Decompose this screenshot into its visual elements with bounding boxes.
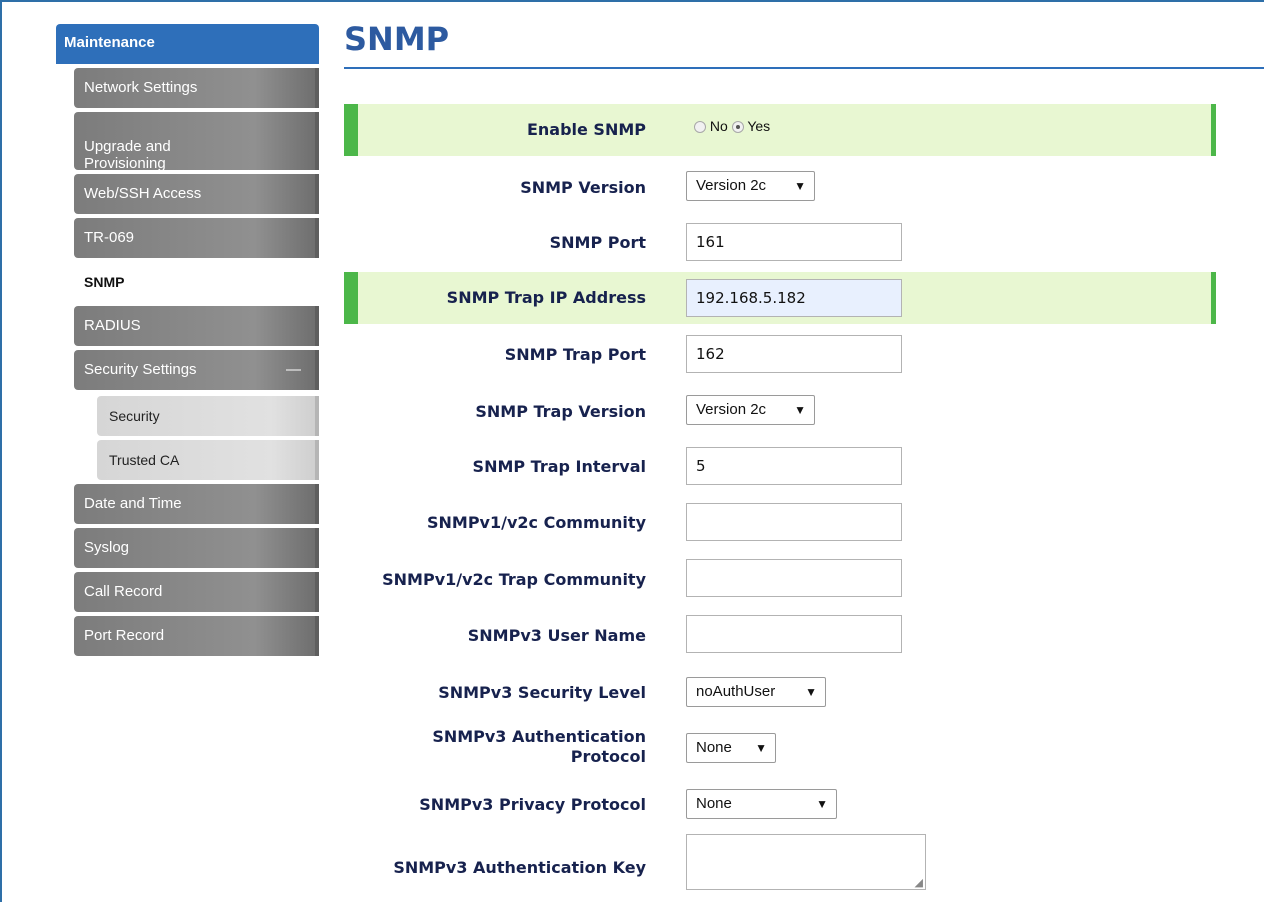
snmpv3-security-level-value: noAuthUser [696,683,776,700]
sidebar-item-label: Upgrade and Provisioning [84,138,171,172]
snmp-trap-version-select[interactable]: Version 2c ▼ [686,395,815,425]
sidebar-item-label: SNMP [84,274,125,290]
snmpv3-auth-protocol-label-line1: SNMPv3 Authentication [432,727,646,746]
sidebar-item-web-ssh-access[interactable]: Web/SSH Access [74,174,319,214]
sidebar-item-label: Call Record [84,583,163,600]
dropdown-arrow-icon: ▼ [816,797,828,811]
snmp-community-input[interactable] [686,503,902,541]
sidebar-item-call-record[interactable]: Call Record [74,572,319,612]
sidebar-item-label: RADIUS [84,317,141,334]
sidebar-item-label: Security Settings [84,361,197,378]
sidebar-item-label: Date and Time [84,495,182,512]
snmp-trap-ip-label: SNMP Trap IP Address [446,288,646,307]
snmpv3-auth-protocol-value: None [696,739,732,756]
dropdown-arrow-icon: ▼ [755,741,767,755]
snmpv3-auth-protocol-label: SNMPv3 Authentication Protocol [346,727,646,767]
sidebar-item-label: Web/SSH Access [84,185,202,202]
snmpv3-security-level-select[interactable]: noAuthUser ▼ [686,677,826,707]
snmp-trap-interval-input[interactable]: 5 [686,447,902,485]
enable-snmp-yes-label[interactable]: Yes [747,118,770,134]
snmpv3-auth-key-textarea[interactable]: ◢ [686,834,926,890]
enable-snmp-no-label[interactable]: No [710,118,728,134]
snmp-port-label: SNMP Port [549,233,646,252]
sidebar-item-label: Security [109,408,160,424]
sidebar-subitem-trusted-ca[interactable]: Trusted CA [97,440,319,480]
enable-snmp-label: Enable SNMP [526,120,646,139]
snmpv3-privacy-protocol-label: SNMPv3 Privacy Protocol [419,795,646,814]
sidebar-item-label: TR-069 [84,229,135,246]
sidebar-item-label: Network Settings [84,79,198,96]
snmpv3-auth-key-label: SNMPv3 Authentication Key [393,858,646,877]
sidebar-subitem-security[interactable]: Security [97,396,319,436]
snmp-trap-community-label: SNMPv1/v2c Trap Community [382,570,646,589]
snmp-trap-version-value: Version 2c [696,401,767,418]
sidebar-header-maintenance[interactable]: Maintenance [56,24,319,64]
dropdown-arrow-icon: ▼ [794,403,806,417]
dropdown-arrow-icon: ▼ [805,685,817,699]
snmp-trap-version-label: SNMP Trap Version [475,402,646,421]
snmp-trap-port-input[interactable]: 162 [686,335,902,373]
page-title: SNMP [344,20,450,58]
snmpv3-auth-protocol-label-line2: Protocol [570,747,646,766]
snmpv3-privacy-protocol-value: None [696,795,732,812]
sidebar-item-security-settings[interactable]: Security Settings — [74,350,319,390]
snmp-trap-ip-input[interactable]: 192.168.5.182 [686,279,902,317]
collapse-icon[interactable]: — [286,350,301,390]
snmp-version-label: SNMP Version [520,178,646,197]
sidebar-item-label: Port Record [84,627,165,644]
snmpv3-security-level-label: SNMPv3 Security Level [438,683,646,702]
enable-snmp-no-radio[interactable] [694,121,706,133]
sidebar-item-label: Trusted CA [109,452,180,468]
snmp-version-value: Version 2c [696,177,767,194]
enable-snmp-radio-group: No Yes [694,118,770,134]
resize-grip-icon[interactable]: ◢ [915,876,923,889]
sidebar-item-radius[interactable]: RADIUS [74,306,319,346]
sidebar-item-snmp[interactable]: SNMP [74,262,319,302]
sidebar-item-network-settings[interactable]: Network Settings [74,68,319,108]
sidebar-item-syslog[interactable]: Syslog [74,528,319,568]
snmpv3-auth-protocol-select[interactable]: None ▼ [686,733,776,763]
title-divider [344,67,1264,69]
enable-snmp-yes-radio[interactable] [731,121,744,133]
snmpv3-privacy-protocol-select[interactable]: None ▼ [686,789,837,819]
snmp-trap-interval-label: SNMP Trap Interval [472,457,646,476]
snmpv3-user-name-input[interactable] [686,615,902,653]
snmp-trap-community-input[interactable] [686,559,902,597]
sidebar-item-port-record[interactable]: Port Record [74,616,319,656]
snmp-port-input[interactable]: 161 [686,223,902,261]
snmpv3-user-name-label: SNMPv3 User Name [467,626,646,645]
dropdown-arrow-icon: ▼ [794,179,806,193]
snmp-version-select[interactable]: Version 2c ▼ [686,171,815,201]
sidebar-item-upgrade-provisioning[interactable]: Upgrade and Provisioning [74,112,319,172]
snmp-community-label: SNMPv1/v2c Community [426,513,646,532]
snmp-trap-port-label: SNMP Trap Port [504,345,646,364]
sidebar: Maintenance Network Settings Upgrade and… [56,24,319,656]
sidebar-item-label: Syslog [84,539,130,556]
sidebar-item-date-time[interactable]: Date and Time [74,484,319,524]
sidebar-item-tr069[interactable]: TR-069 [74,218,319,258]
